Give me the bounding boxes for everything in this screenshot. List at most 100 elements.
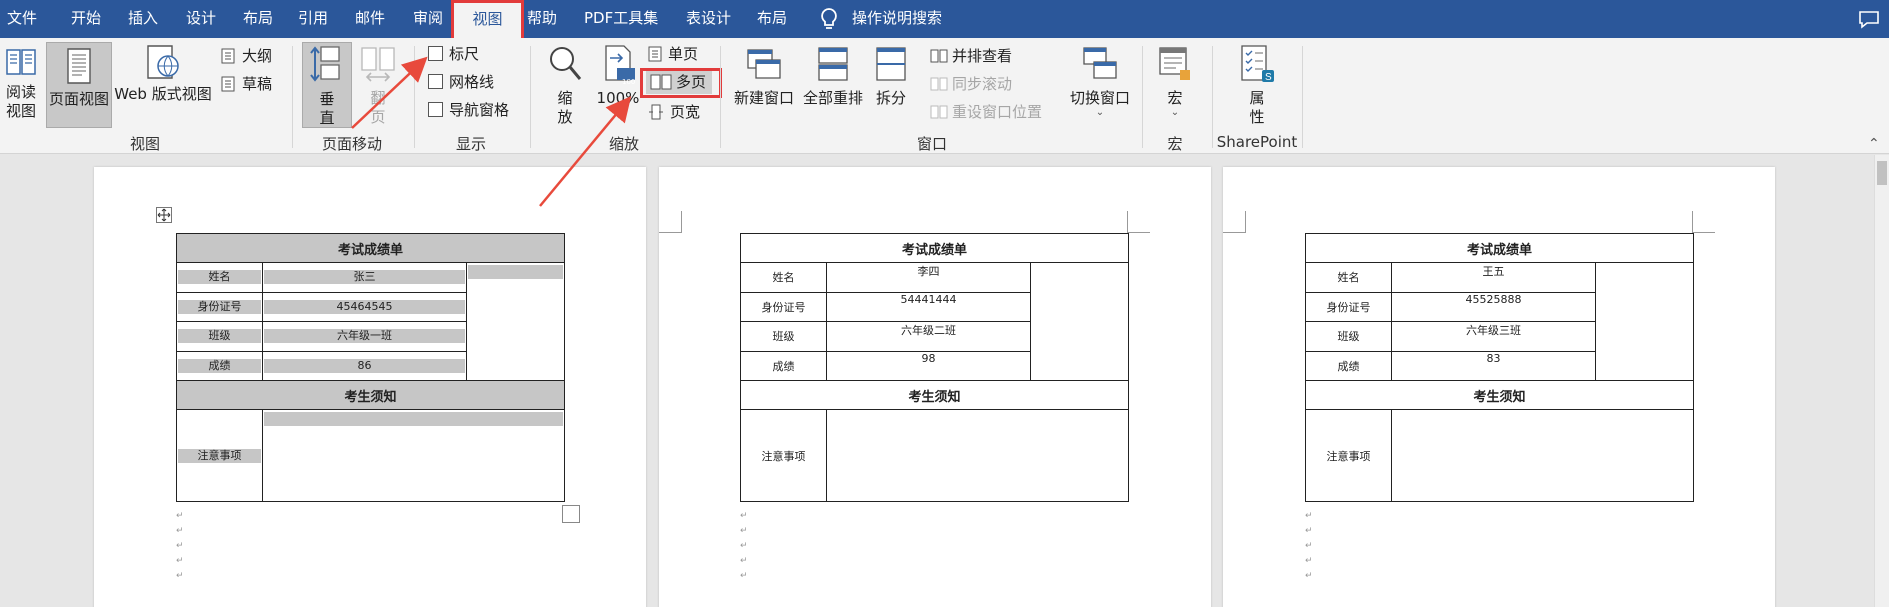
read-mode-label-1: 阅读 bbox=[5, 83, 36, 101]
arrange-all-button[interactable]: 全部重排 bbox=[800, 44, 866, 130]
menu-pdf-tools[interactable]: PDF工具集 bbox=[584, 0, 658, 38]
menu-home[interactable]: 开始 bbox=[71, 0, 101, 38]
class-label-cell: 班级 bbox=[1305, 321, 1392, 352]
zoom-100-label: 100% bbox=[596, 89, 640, 107]
properties-button[interactable]: S 属 性 bbox=[1236, 44, 1278, 130]
gridlines-checkbox[interactable]: 网格线 bbox=[428, 70, 494, 94]
macro-button[interactable]: 宏 ⌄ bbox=[1152, 44, 1198, 130]
vertical-button[interactable]: 垂 直 bbox=[302, 42, 352, 128]
name-value-cell: 王五 bbox=[1391, 262, 1596, 293]
id-label-cell: 身份证号 bbox=[740, 291, 827, 322]
separator bbox=[530, 46, 531, 148]
reset-window-position-button[interactable]: 重设窗口位置 bbox=[930, 100, 1042, 124]
draft-button[interactable]: 草稿 bbox=[220, 72, 272, 96]
sharepoint-group-label: SharePoint bbox=[1216, 133, 1298, 151]
gridlines-label: 网格线 bbox=[449, 73, 495, 91]
menu-table-layout[interactable]: 布局 bbox=[757, 0, 787, 38]
menu-references[interactable]: 引用 bbox=[298, 0, 328, 38]
menu-view[interactable]: 视图 bbox=[451, 0, 524, 38]
show-group-label: 显示 bbox=[455, 135, 486, 153]
id-label: 身份证号 bbox=[761, 300, 806, 314]
side-to-side-button[interactable]: 翻 页 bbox=[356, 44, 400, 130]
side-by-side-label: 并排查看 bbox=[952, 47, 1013, 65]
table-resize-handle[interactable] bbox=[562, 505, 580, 523]
switch-window-label: 切换窗口 bbox=[1069, 89, 1130, 107]
notes-value-cell bbox=[825, 409, 1130, 502]
nav-pane-check[interactable] bbox=[428, 102, 443, 117]
name-value-cell: 李四 bbox=[826, 262, 1031, 293]
properties-icon: S bbox=[1241, 45, 1274, 83]
switch-window-icon bbox=[1083, 47, 1117, 79]
search-lightbulb-icon[interactable] bbox=[818, 7, 840, 31]
menu-layout[interactable]: 布局 bbox=[243, 0, 273, 38]
read-mode-icon bbox=[6, 49, 36, 75]
search-box[interactable]: 操作说明搜索 bbox=[852, 0, 942, 38]
scrollbar-thumb[interactable] bbox=[1877, 161, 1887, 185]
switch-window-button[interactable]: 切换窗口 ⌄ bbox=[1064, 44, 1136, 130]
page-2: 考试成绩单 姓名 李四 身份证号 54441444 班级 六年级二班 成绩 98 考生须… bbox=[659, 167, 1211, 607]
sync-scroll-button[interactable]: 同步滚动 bbox=[930, 72, 1012, 96]
ruler-checkbox[interactable]: 标尺 bbox=[428, 42, 479, 66]
class-value: 六年级三班 bbox=[1466, 324, 1521, 337]
notes-value bbox=[264, 412, 564, 426]
side-by-side-button[interactable]: 并排查看 bbox=[930, 44, 1012, 68]
web-layout-button[interactable]: Web 版式视图 bbox=[113, 44, 213, 130]
score-label: 成绩 bbox=[1337, 359, 1360, 373]
zoom-100-button[interactable]: 100 100% bbox=[594, 44, 642, 130]
menu-bar: 文件 开始 插入 设计 布局 引用 邮件 审阅 视图 帮助 PDF工具集 表设计… bbox=[0, 0, 1889, 38]
read-mode-button[interactable]: 阅读 视图 bbox=[2, 44, 40, 130]
menu-insert[interactable]: 插入 bbox=[128, 0, 158, 38]
class-value: 六年级一班 bbox=[264, 329, 465, 344]
zoom-100-badge: 100 bbox=[622, 78, 636, 86]
properties-label-2: 性 bbox=[1249, 108, 1265, 126]
macro-icon bbox=[1159, 47, 1190, 80]
class-label: 班级 bbox=[772, 330, 795, 344]
collapse-ribbon-icon[interactable]: ⌃ bbox=[1868, 136, 1880, 152]
table-title-cell: 考试成绩单 bbox=[1304, 233, 1695, 263]
side-by-side-icon bbox=[930, 49, 948, 63]
notice-cell: 考生须知 bbox=[739, 380, 1130, 410]
page-3: 考试成绩单 姓名 王五 身份证号 45525888 班级 六年级三班 成绩 83 考生须… bbox=[1223, 167, 1775, 607]
reset-position-label: 重设窗口位置 bbox=[952, 103, 1043, 121]
name-value-cell: 张三 bbox=[262, 262, 467, 293]
svg-text:S: S bbox=[1265, 72, 1272, 83]
split-button[interactable]: 拆分 bbox=[868, 44, 914, 130]
class-value-cell: 六年级二班 bbox=[826, 321, 1031, 352]
notice-heading: 考生须知 bbox=[908, 389, 961, 405]
vertical-label-2: 直 bbox=[319, 109, 335, 127]
menu-file[interactable]: 文件 bbox=[7, 0, 37, 38]
outline-label: 大纲 bbox=[242, 47, 273, 65]
nav-pane-checkbox[interactable]: 导航窗格 bbox=[428, 98, 509, 122]
zoom-label-1: 缩 bbox=[557, 89, 573, 107]
name-label: 姓名 bbox=[1337, 271, 1360, 285]
name-label: 姓名 bbox=[772, 271, 795, 285]
window-group-label: 窗口 bbox=[916, 135, 947, 153]
notes-label: 注意事项 bbox=[1326, 449, 1371, 463]
ruler-check[interactable] bbox=[428, 46, 443, 61]
menu-table-design[interactable]: 表设计 bbox=[686, 0, 731, 38]
outline-button[interactable]: 大纲 bbox=[220, 44, 272, 68]
page-width-button[interactable]: 页宽 bbox=[648, 100, 700, 124]
reset-position-icon bbox=[930, 105, 948, 119]
menu-review[interactable]: 审阅 bbox=[413, 0, 443, 38]
menu-mailings[interactable]: 邮件 bbox=[355, 0, 385, 38]
comment-icon[interactable] bbox=[1858, 10, 1880, 29]
new-window-button[interactable]: 新建窗口 bbox=[730, 44, 798, 130]
move-handle-icon[interactable] bbox=[156, 207, 172, 223]
id-label-cell: 身份证号 bbox=[1305, 291, 1392, 322]
page-view-button[interactable]: 页面视图 bbox=[46, 42, 112, 128]
id-value: 45464545 bbox=[264, 299, 465, 314]
class-label: 班级 bbox=[1337, 330, 1360, 344]
score-table: 考试成绩单 姓名 李四 身份证号 54441444 班级 六年级二班 成绩 98 考生须… bbox=[739, 233, 1130, 502]
gridlines-check[interactable] bbox=[428, 74, 443, 89]
class-value: 六年级二班 bbox=[901, 324, 956, 337]
separator bbox=[720, 46, 721, 148]
zoom-button[interactable]: 缩 放 bbox=[544, 44, 586, 130]
one-page-button[interactable]: 单页 bbox=[648, 42, 698, 66]
id-label: 身份证号 bbox=[1326, 300, 1371, 314]
macro-label: 宏 bbox=[1167, 89, 1183, 107]
id-label-cell: 身份证号 bbox=[176, 291, 263, 322]
menu-help[interactable]: 帮助 bbox=[527, 0, 557, 38]
vertical-scrollbar[interactable] bbox=[1874, 155, 1889, 607]
menu-design[interactable]: 设计 bbox=[186, 0, 216, 38]
